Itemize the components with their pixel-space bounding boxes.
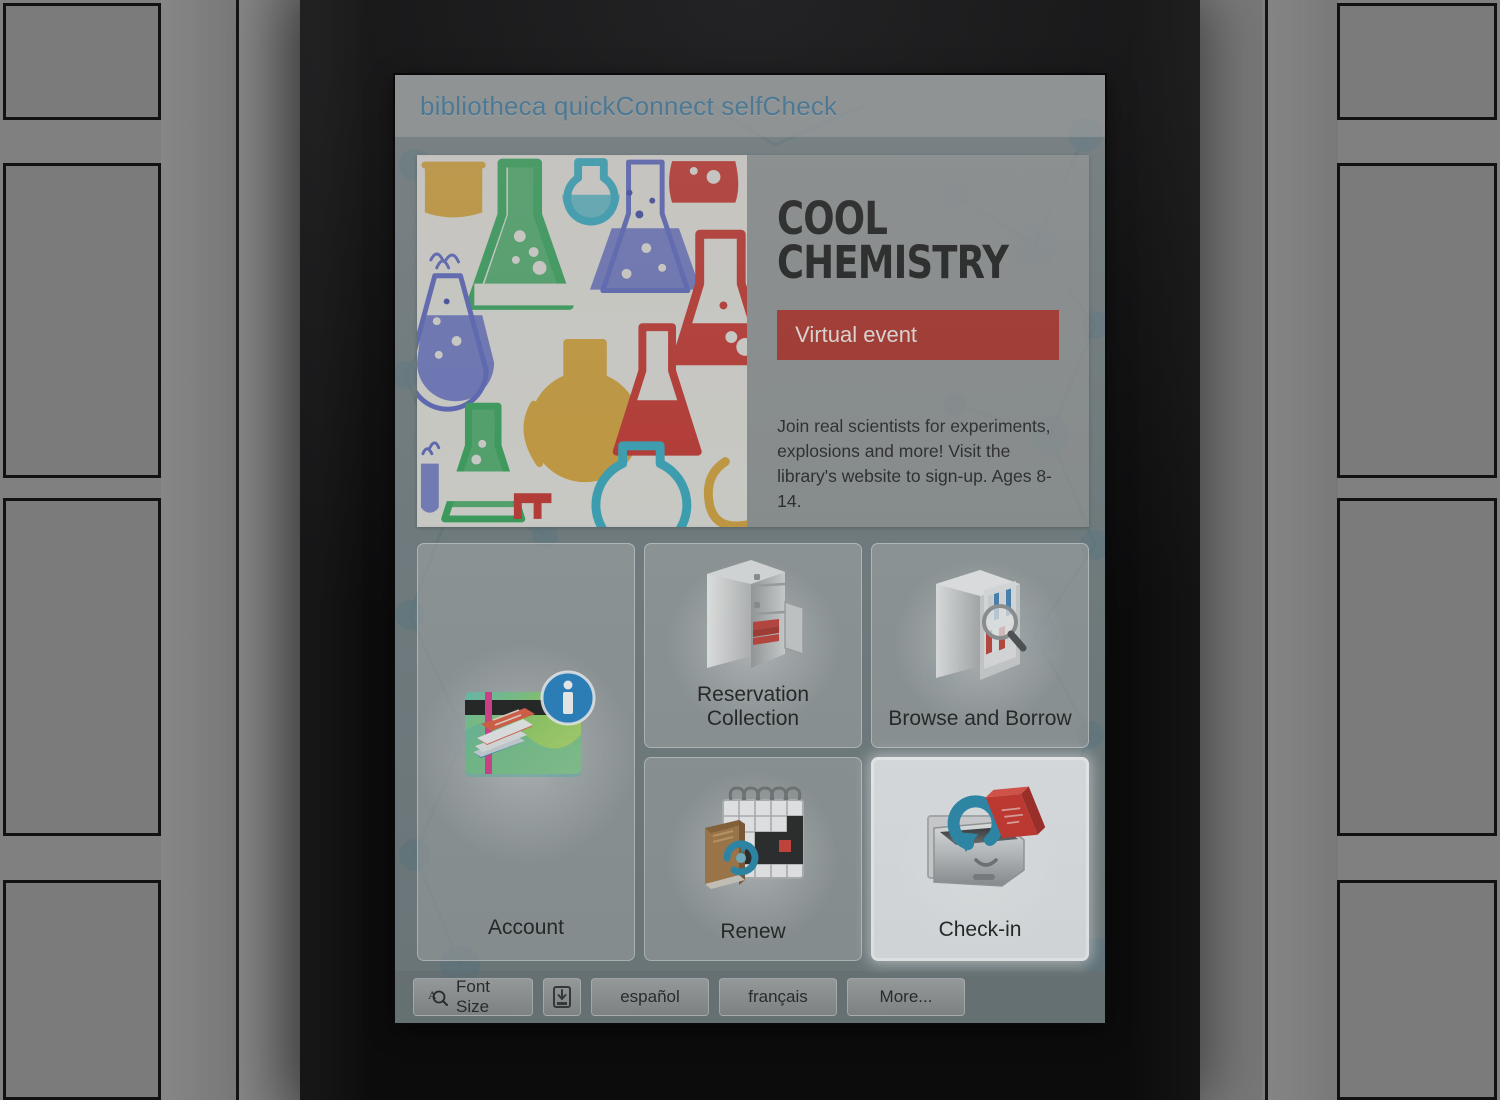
tile-account-label: Account xyxy=(488,916,564,940)
language-spanish-button[interactable]: español xyxy=(591,978,709,1016)
font-size-button[interactable]: A Font Size xyxy=(413,977,533,1016)
tile-check-in[interactable]: Check-in xyxy=(871,756,1089,961)
wall-panel xyxy=(1337,498,1497,836)
promo-text-panel: COOL CHEMISTRY Virtual event Join real s… xyxy=(747,155,1089,527)
selfcheck-kiosk: bibliotheca quickConnect selfCheck COOL … xyxy=(300,0,1200,1100)
tile-account[interactable]: Account xyxy=(417,543,635,961)
tile-renew[interactable]: Renew xyxy=(644,756,862,961)
wall-panel xyxy=(3,3,161,120)
app-title: bibliotheca quickConnect selfCheck xyxy=(420,90,838,121)
promo-title: COOL CHEMISTRY xyxy=(777,192,1009,289)
bookshelf-magnifier-icon xyxy=(872,544,1088,707)
wall-panel xyxy=(1337,3,1497,120)
wall-panel xyxy=(1337,163,1497,478)
language-french-button[interactable]: français xyxy=(719,978,837,1016)
wall-shading xyxy=(161,0,239,1100)
wall-shading xyxy=(239,0,300,1100)
wall-panel xyxy=(3,163,161,478)
wall-shading xyxy=(1268,0,1338,1100)
svg-text:A: A xyxy=(428,988,437,1002)
wall-panel xyxy=(3,498,161,836)
lower-screen-button[interactable] xyxy=(543,978,581,1016)
wall-panel xyxy=(1337,880,1497,1100)
lower-screen-icon xyxy=(552,985,572,1009)
wall-shading xyxy=(1200,0,1262,1100)
title-bar: bibliotheca quickConnect selfCheck xyxy=(395,75,1105,137)
tile-browse-label: Browse and Borrow xyxy=(888,706,1072,730)
tile-browse-and-borrow[interactable]: Browse and Borrow xyxy=(871,543,1089,748)
kiosk-screen: bibliotheca quickConnect selfCheck COOL … xyxy=(395,75,1105,1023)
chemistry-flasks-pattern-icon xyxy=(417,155,748,527)
main-menu-grid: Account Reservation Collection Browse an… xyxy=(417,543,1089,961)
footer-toolbar: A Font Size español français More... xyxy=(395,971,1105,1023)
tile-renew-label: Renew xyxy=(720,920,786,944)
wall-panel xyxy=(3,880,161,1100)
magnifier-letter-icon: A xyxy=(428,988,448,1006)
more-button[interactable]: More... xyxy=(847,978,965,1016)
kiosk-room-scene: bibliotheca quickConnect selfCheck COOL … xyxy=(0,0,1500,1100)
book-return-slot-icon xyxy=(874,760,1086,919)
font-size-label: Font Size xyxy=(456,977,491,1016)
promo-description: Join real scientists for experiments, ex… xyxy=(777,416,1052,511)
tile-checkin-label: Check-in xyxy=(938,918,1022,942)
locker-cabinet-books-icon xyxy=(645,544,861,683)
promo-badge: Virtual event xyxy=(777,310,1059,361)
library-card-books-info-icon xyxy=(418,544,634,916)
calendar-book-refresh-icon xyxy=(645,758,861,921)
tile-reservation-collection[interactable]: Reservation Collection xyxy=(644,543,862,748)
promo-banner[interactable]: COOL CHEMISTRY Virtual event Join real s… xyxy=(417,155,1089,527)
tile-reservation-label: Reservation Collection xyxy=(696,683,810,730)
